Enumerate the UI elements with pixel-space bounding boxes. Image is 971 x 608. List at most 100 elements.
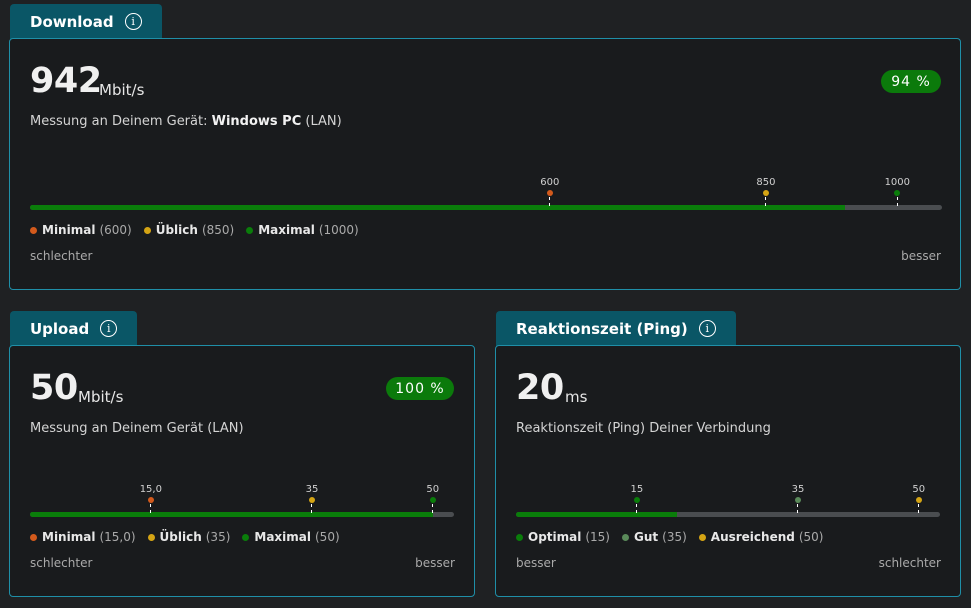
threshold-line [432,504,434,513]
upload-left-label: schlechter [30,556,93,570]
threshold-marker: 35 [292,483,332,513]
ping-value: 20 [516,368,564,408]
download-card: 942 Mbit/s Messung an Deinem Gerät: Wind… [9,38,961,290]
threshold-label: 1000 [884,177,911,188]
download-unit: Mbit/s [99,81,145,99]
download-track [30,205,942,210]
legend-name: Maximal [258,223,315,237]
legend-name: Ausreichend [710,530,795,544]
legend-item: Optimal (15) [516,530,610,544]
upload-description: Messung an Deinem Gerät (LAN) [30,421,244,436]
threshold-line [797,504,799,513]
download-value: 942 [30,61,102,101]
threshold-label: 600 [540,177,560,188]
legend-item: Üblich (35) [147,530,231,544]
info-icon[interactable]: i [100,320,118,337]
upload-scale: 15,0 35 50 [30,483,454,523]
ping-description: Reaktionszeit (Ping) Deiner Verbindung [516,421,771,436]
threshold-dot [429,497,436,503]
device-name: Windows PC [211,114,302,129]
threshold-marker: 600 [530,176,570,206]
legend-dot [246,226,254,234]
ping-track [516,512,940,517]
upload-right-label: besser [415,556,455,570]
legend-item: Minimal (600) [30,223,132,237]
threshold-label: 35 [305,484,319,495]
threshold-dot [794,497,801,503]
download-scale: 600 850 1000 [30,176,942,216]
threshold-marker: 15,0 [131,483,171,513]
threshold-label: 35 [791,484,805,495]
threshold-label: 850 [756,177,776,188]
threshold-marker: 50 [899,483,939,513]
threshold-label: 15 [630,484,644,495]
legend-value: (15,0) [99,530,136,544]
tab-upload: Upload i [10,311,138,346]
download-fill [30,205,846,210]
legend-value: (850) [201,223,235,237]
threshold-label: 50 [912,484,926,495]
legend-item: Gut (35) [622,530,687,544]
ping-legend: Optimal (15) Gut (35) Ausreichend (50) [516,530,824,544]
threshold-dot [633,497,640,503]
legend-dot [30,226,37,234]
legend-name: Üblich [155,223,198,237]
ping-left-label: besser [516,556,556,570]
upload-card: 50 Mbit/s Messung an Deinem Gerät (LAN) … [9,345,475,597]
threshold-marker: 35 [778,483,818,513]
threshold-line [765,197,767,206]
legend-dot [622,533,629,541]
legend-dot [143,226,151,234]
legend-value: (50) [315,530,340,544]
legend-value: (1000) [318,223,359,237]
legend-value: (35) [205,530,231,544]
download-legend: Minimal (600) Üblich (850) Maximal (1000) [30,223,359,237]
info-icon[interactable]: i [698,320,716,337]
upload-tab-title: Upload [30,319,90,338]
threshold-marker: 1000 [877,176,917,206]
threshold-marker: 15 [617,483,657,513]
legend-name: Gut [634,530,659,544]
legend-item: Maximal (50) [242,530,340,544]
info-icon[interactable]: i [124,13,142,30]
legend-dot [242,533,250,541]
threshold-label: 50 [426,484,440,495]
threshold-dot [546,190,553,196]
legend-value: (600) [99,223,132,237]
legend-name: Minimal [42,223,96,237]
legend-value: (35) [662,530,687,544]
threshold-dot [894,190,901,196]
upload-percent-badge: 100 % [386,377,454,400]
download-percent-badge: 94 % [881,70,941,93]
threshold-line [918,504,920,513]
download-tab-title: Download [30,12,114,31]
ping-card: 20 ms Reaktionszeit (Ping) Deiner Verbin… [495,345,961,597]
ping-unit: ms [565,388,588,406]
legend-dot [698,533,706,541]
threshold-dot [308,497,315,503]
threshold-line [311,504,313,513]
threshold-line [636,504,638,513]
threshold-dot [915,497,922,503]
upload-track [30,512,454,517]
tab-download: Download i [10,4,162,39]
threshold-label: 15,0 [139,484,162,495]
legend-name: Minimal [42,530,96,544]
threshold-marker: 50 [413,483,453,513]
legend-item: Maximal (1000) [246,223,359,237]
threshold-dot [762,190,769,196]
legend-name: Maximal [254,530,311,544]
legend-dot [516,533,523,541]
download-right-label: besser [901,249,941,263]
threshold-marker: 850 [746,176,786,206]
legend-value: (15) [585,530,610,544]
upload-unit: Mbit/s [78,388,124,406]
legend-value: (50) [798,530,824,544]
tab-ping: Reaktionszeit (Ping) i [496,311,736,346]
legend-name: Optimal [528,530,582,544]
ping-tab-title: Reaktionszeit (Ping) [516,319,688,338]
download-left-label: schlechter [30,249,93,263]
ping-scale: 15 35 50 [516,483,940,523]
upload-value: 50 [30,368,78,408]
ping-right-label: schlechter [878,556,941,570]
